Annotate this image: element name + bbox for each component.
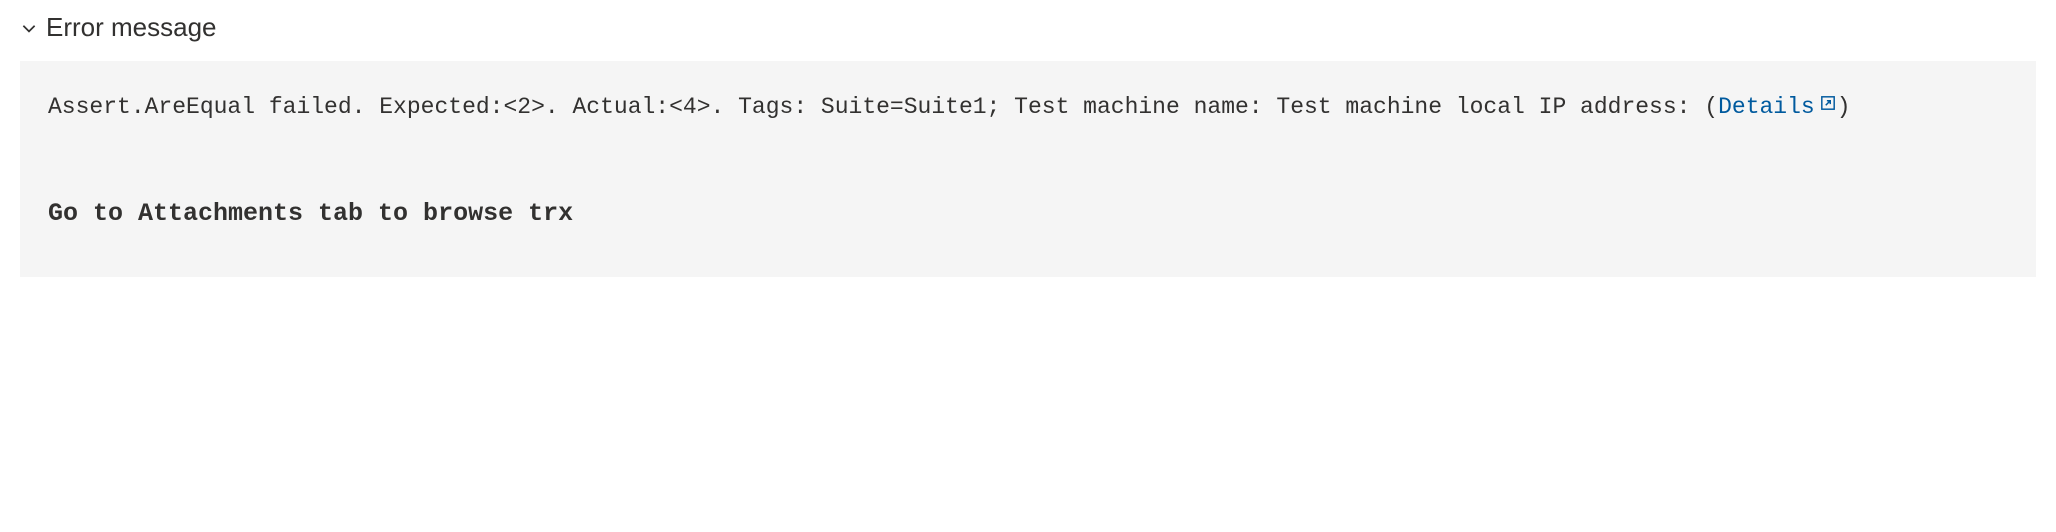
details-link-wrapper: (Details) — [1704, 94, 1850, 120]
error-message-panel: Assert.AreEqual failed. Expected:<2>. Ac… — [20, 61, 2036, 277]
external-link-icon — [1819, 85, 1837, 129]
error-message-section-header[interactable]: Error message — [20, 12, 2036, 43]
error-text-block: Assert.AreEqual failed. Expected:<2>. Ac… — [48, 85, 2008, 130]
details-link[interactable]: Details — [1718, 94, 1837, 120]
chevron-down-icon — [20, 19, 38, 37]
attachments-hint: Go to Attachments tab to browse trx — [48, 190, 2008, 238]
section-title: Error message — [46, 12, 217, 43]
error-message-text: Assert.AreEqual failed. Expected:<2>. Ac… — [48, 94, 1704, 120]
details-link-label: Details — [1718, 94, 1815, 120]
